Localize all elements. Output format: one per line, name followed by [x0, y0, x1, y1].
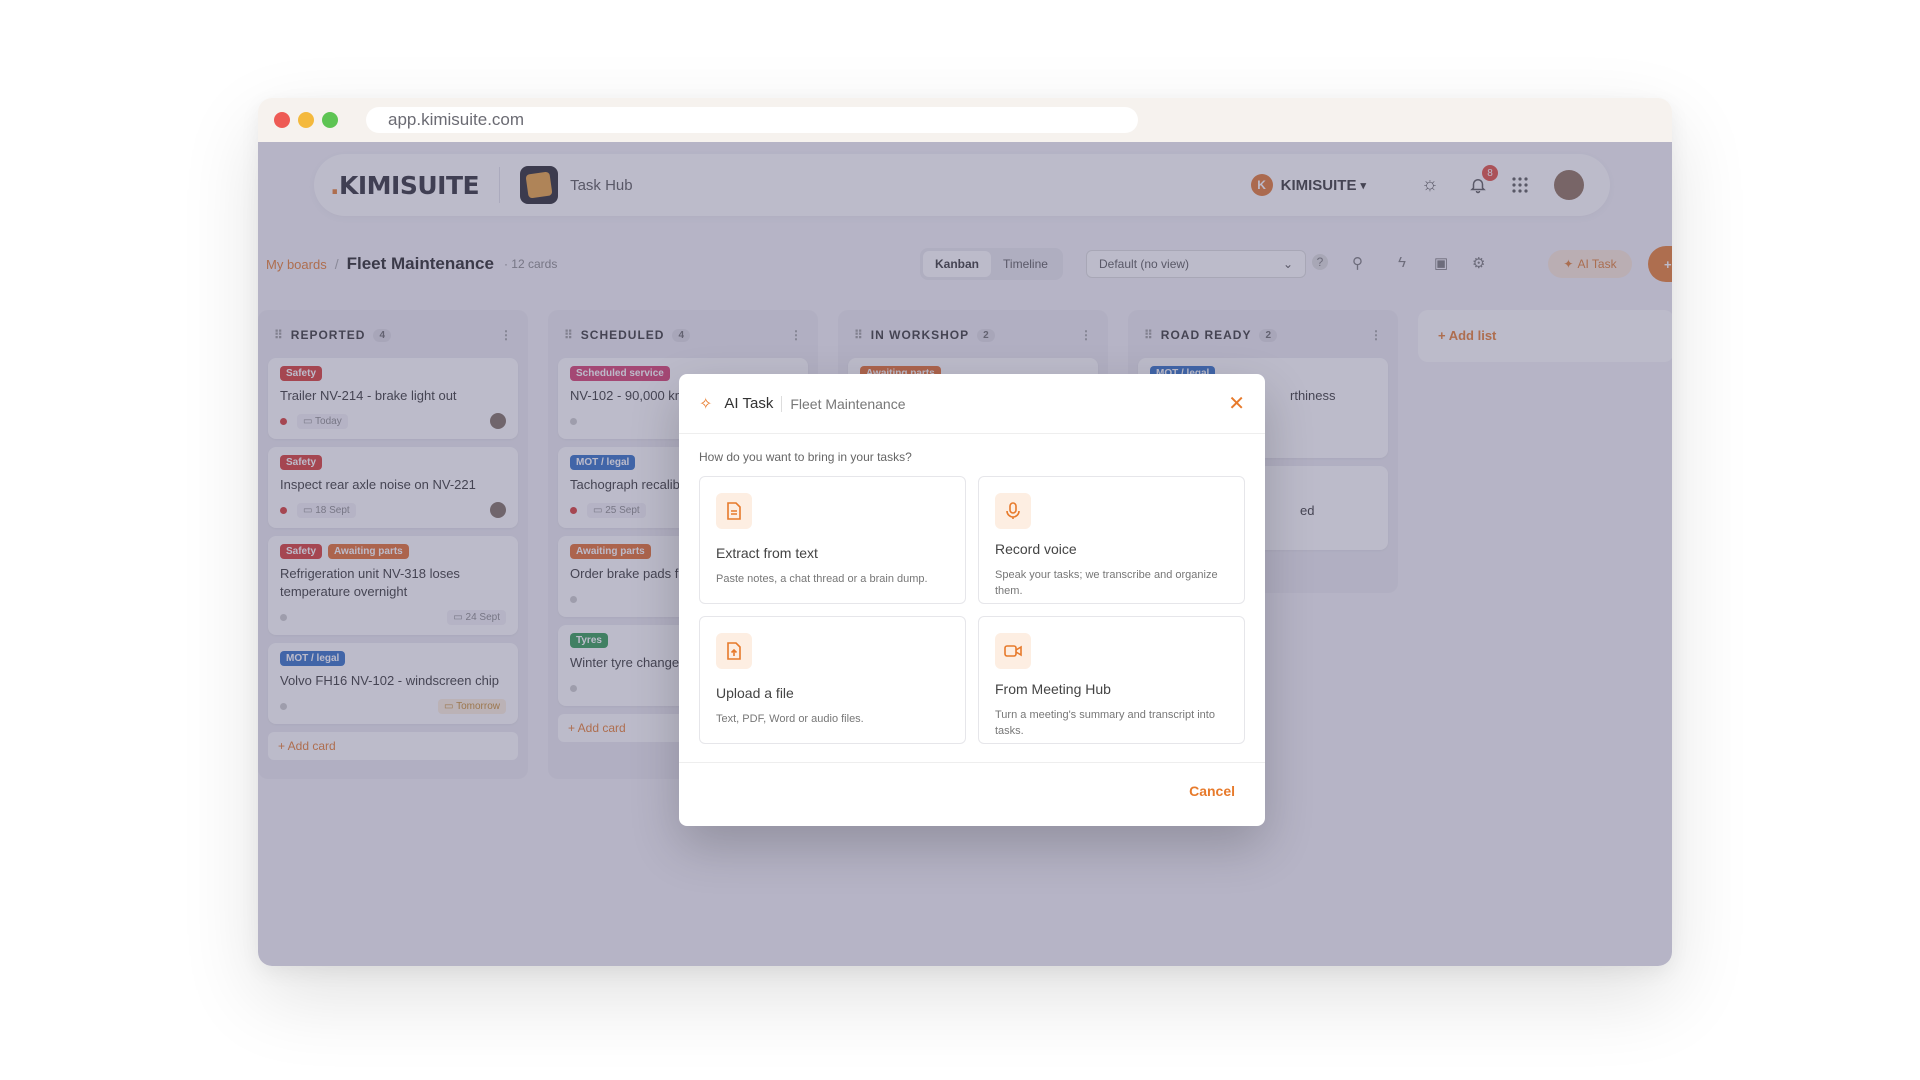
option-from-meeting-hub[interactable]: From Meeting Hub Turn a meeting's summar…: [978, 616, 1245, 744]
option-description: Paste notes, a chat thread or a brain du…: [716, 573, 928, 585]
microphone-icon: [995, 493, 1031, 529]
app-root: .KIMISUITE Task Hub K KIMISUITE ▾ ☼ 8 My…: [258, 142, 1672, 966]
close-icon[interactable]: ✕: [1228, 394, 1245, 414]
ai-task-modal: ✧ AI Task Fleet Maintenance ✕ How do you…: [679, 374, 1265, 826]
option-record-voice[interactable]: Record voice Speak your tasks; we transc…: [978, 476, 1245, 604]
video-camera-icon: [995, 633, 1031, 669]
option-title: From Meeting Hub: [995, 681, 1111, 697]
modal-title: AI Task: [724, 395, 774, 412]
option-description: Turn a meeting's summary and transcript …: [995, 709, 1215, 737]
option-title: Extract from text: [716, 545, 818, 561]
browser-window: app.kimisuite.com .KIMISUITE Task Hub K …: [258, 98, 1672, 966]
sparkle-icon: ✧: [699, 395, 713, 413]
option-extract-from-text[interactable]: Extract from text Paste notes, a chat th…: [699, 476, 966, 604]
option-title: Record voice: [995, 541, 1077, 557]
close-window-button[interactable]: [274, 112, 290, 128]
document-icon: [716, 493, 752, 529]
divider: [781, 395, 783, 412]
cancel-button[interactable]: Cancel: [1189, 783, 1235, 799]
modal-header: ✧ AI Task Fleet Maintenance ✕: [679, 374, 1265, 434]
option-upload-file[interactable]: Upload a file Text, PDF, Word or audio f…: [699, 616, 966, 744]
modal-footer: Cancel: [679, 762, 1265, 826]
modal-prompt: How do you want to bring in your tasks?: [699, 450, 912, 464]
browser-chrome: app.kimisuite.com: [258, 98, 1672, 142]
modal-subtitle: Fleet Maintenance: [790, 395, 906, 412]
maximize-window-button[interactable]: [322, 112, 338, 128]
minimize-window-button[interactable]: [298, 112, 314, 128]
upload-file-icon: [716, 633, 752, 669]
option-title: Upload a file: [716, 685, 794, 701]
address-bar[interactable]: app.kimisuite.com: [366, 107, 1138, 133]
option-description: Speak your tasks; we transcribe and orga…: [995, 569, 1218, 597]
option-description: Text, PDF, Word or audio files.: [716, 713, 864, 725]
